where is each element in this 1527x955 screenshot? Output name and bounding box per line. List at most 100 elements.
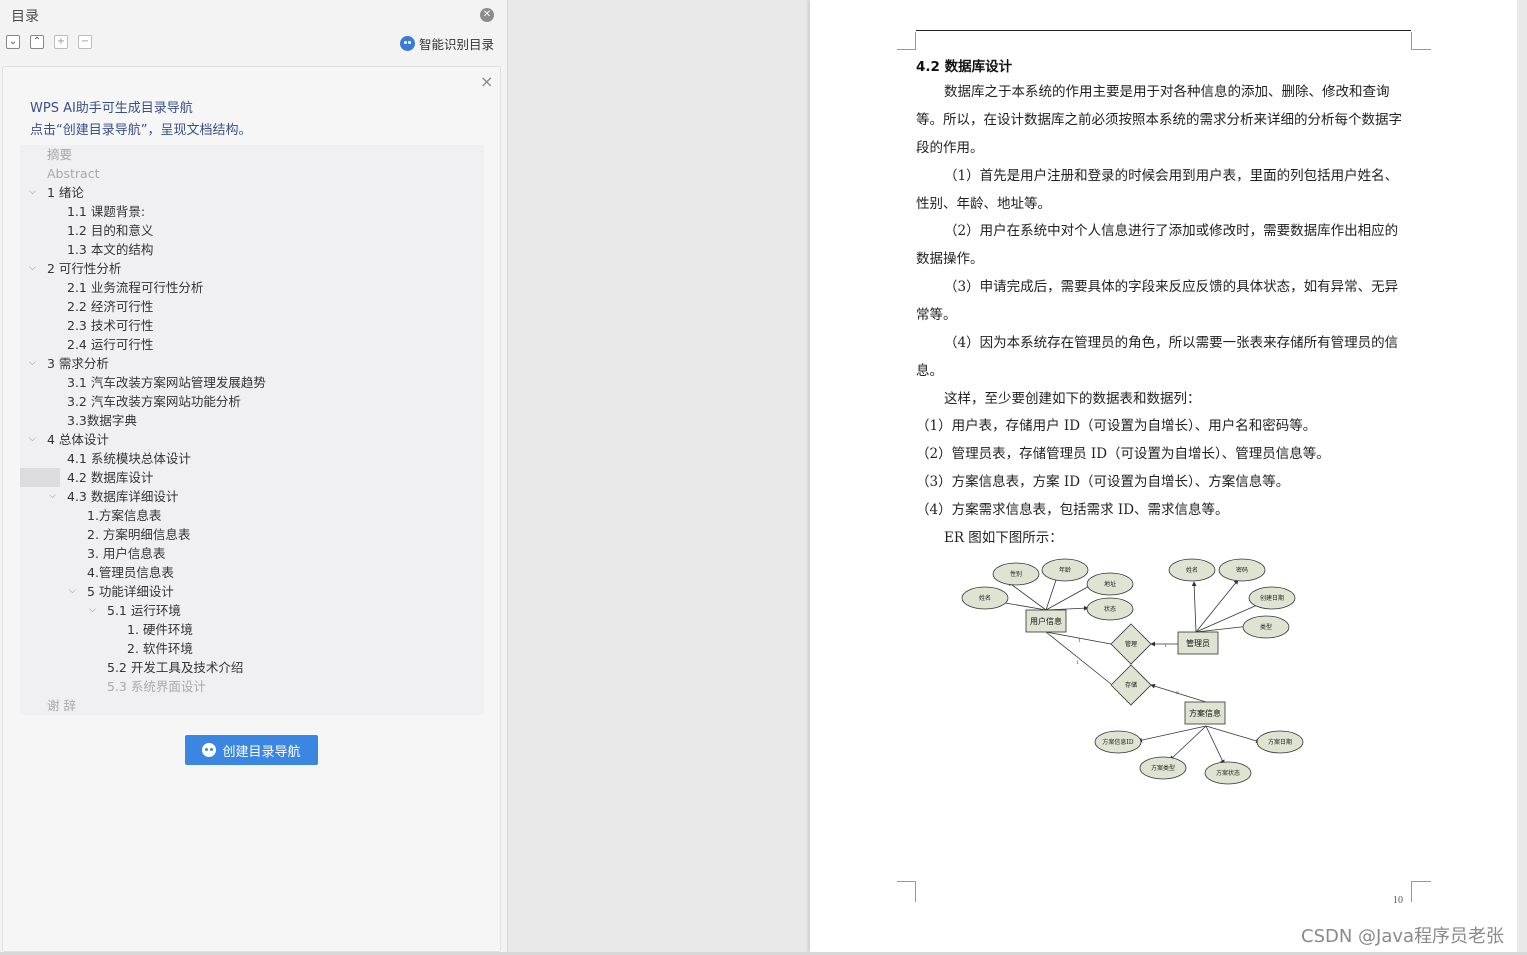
er-entity-label: 管理员: [1186, 638, 1210, 648]
crop-mark: [897, 881, 916, 902]
toc-preview-tree: 摘要 Abstract ⌵ 1 绪论 1.1 课题背景: 1.2 目的和意义 1.3 本文的…: [20, 145, 484, 715]
vertical-scrollbar-track[interactable]: [1517, 0, 1527, 955]
toc-item[interactable]: 3.3数据字典: [67, 411, 137, 430]
document-page[interactable]: 4.2 数据库设计 数据库之于本系统的作用主要是用于对各种信息的添加、删除、修改…: [810, 0, 1517, 952]
toc-title: 目录: [11, 9, 39, 25]
toc-item[interactable]: 4 总体设计: [47, 430, 109, 449]
er-cardinality: 1: [1076, 660, 1079, 666]
er-attribute-label: 地址: [1104, 580, 1116, 588]
er-relation-label: 存储: [1125, 681, 1137, 689]
body-paragraph[interactable]: ER 图如下图所示：: [916, 524, 1411, 552]
er-attribute-label: 类型: [1260, 623, 1272, 631]
page-number: 10: [1393, 895, 1403, 906]
body-paragraph[interactable]: 数据库之于本系统的作用主要是用于对各种信息的添加、删除、修改和查询等。所以，在设…: [916, 78, 1411, 162]
toc-item[interactable]: 2.2 经济可行性: [67, 297, 153, 316]
body-paragraph[interactable]: 这样，至少要创建如下的数据表和数据列：: [916, 385, 1411, 413]
er-attribute-label: 状态: [1104, 605, 1116, 613]
toc-item[interactable]: 1.方案信息表: [87, 506, 161, 525]
er-entity-label: 用户信息: [1030, 616, 1062, 626]
er-attribute-label: 姓名: [979, 594, 991, 602]
toc-item[interactable]: 谢 辞: [47, 696, 76, 715]
wps-writer-window: 目录 ✕ ⌄ ⌃ + − 智能识别目录 × WPS AI助手可生成目录导航 点击…: [0, 0, 1527, 955]
er-diagram[interactable]: 性别 年龄 姓名 地址 状态 姓名 密码 创建日期 类型 方案信息ID 方案类型…: [948, 552, 1308, 792]
toc-item[interactable]: 3.1 汽车改装方案网站管理发展趋势: [67, 373, 266, 392]
toc-item[interactable]: 2.4 运行可行性: [67, 335, 153, 354]
toc-item[interactable]: 摘要: [47, 145, 72, 164]
page-header-rule: [916, 30, 1411, 31]
toc-item[interactable]: 1. 硬件环境: [127, 620, 193, 639]
er-entity-label: 方案信息: [1189, 708, 1221, 718]
toc-item[interactable]: 4.管理员信息表: [87, 563, 174, 582]
toc-item[interactable]: 2.1 业务流程可行性分析: [67, 278, 203, 297]
smart-toc-button[interactable]: 智能识别目录: [400, 34, 494, 52]
toc-item[interactable]: 4.3 数据库详细设计: [67, 487, 178, 506]
close-icon[interactable]: ✕: [480, 8, 494, 22]
workspace-gutter: [509, 0, 809, 955]
toc-item[interactable]: 5.2 开发工具及技术介绍: [107, 658, 243, 677]
chevron-down-icon[interactable]: ⌵: [49, 487, 56, 506]
toc-item[interactable]: 3.2 汽车改装方案网站功能分析: [67, 392, 241, 411]
er-cardinality: n: [1176, 690, 1180, 696]
chevron-down-icon[interactable]: ⌵: [29, 430, 36, 449]
toc-item[interactable]: 5 功能详细设计: [87, 582, 174, 601]
toc-item[interactable]: 5.1 运行环境: [107, 601, 181, 620]
expand-all-icon[interactable]: ⌄: [6, 35, 20, 49]
er-attribute-label: 方案类型: [1151, 764, 1175, 772]
smart-toc-label: 智能识别目录: [419, 36, 495, 52]
er-relation-label: 管理: [1125, 640, 1137, 648]
toc-item[interactable]: 1 绪论: [47, 183, 84, 202]
create-toc-nav-label: 创建目录导航: [222, 744, 301, 760]
toc-panel: 目录 ✕ ⌄ ⌃ + − 智能识别目录 × WPS AI助手可生成目录导航 点击…: [0, 0, 508, 955]
toc-item[interactable]: 2.3 技术可行性: [67, 316, 153, 335]
chevron-down-icon[interactable]: ⌵: [29, 259, 36, 278]
ai-message-line: WPS AI助手可生成目录导航: [30, 101, 193, 116]
chevron-down-icon[interactable]: ⌵: [89, 601, 96, 620]
er-attribute-label: 性别: [1010, 570, 1022, 578]
body-paragraph[interactable]: （4）因为本系统存在管理员的角色，所以需要一张表来存储所有管理员的信息。: [916, 329, 1411, 385]
er-attribute-label: 创建日期: [1260, 594, 1284, 602]
toc-item[interactable]: 5.3 系统界面设计: [107, 677, 206, 696]
chevron-down-icon[interactable]: ⌵: [29, 354, 36, 373]
er-attribute-label: 年龄: [1059, 566, 1071, 574]
watermark: CSDN @Java程序员老张: [1301, 926, 1505, 947]
create-toc-nav-button[interactable]: 创建目录导航: [185, 735, 318, 765]
er-attribute-label: 密码: [1236, 566, 1248, 574]
close-icon[interactable]: ×: [480, 74, 493, 90]
crop-mark: [897, 32, 916, 50]
section-heading[interactable]: 4.2 数据库设计: [916, 55, 1012, 75]
toc-item[interactable]: 2. 软件环境: [127, 639, 193, 658]
ai-message-line: 点击“创建目录导航”，呈现文档结构。: [30, 123, 252, 138]
toc-toolbar: ⌄ ⌃ + − 智能识别目录: [0, 32, 508, 54]
body-paragraph[interactable]: （1）首先是用户注册和登录的时候会用到用户表，里面的列包括用户姓名、性别、年龄、…: [916, 162, 1411, 218]
crop-mark: [1411, 32, 1431, 50]
toc-item[interactable]: 2. 方案明细信息表: [87, 525, 190, 544]
er-attribute-label: 方案日期: [1268, 738, 1292, 746]
toc-item[interactable]: 1.3 本文的结构: [67, 240, 153, 259]
toc-item[interactable]: 3. 用户信息表: [87, 544, 165, 563]
er-cardinality: 1: [1164, 643, 1167, 649]
toc-item[interactable]: 4.1 系统模块总体设计: [67, 449, 191, 468]
toc-selected-marker: [20, 468, 60, 487]
toc-item[interactable]: 4.2 数据库设计: [67, 468, 153, 487]
remove-heading-icon[interactable]: −: [78, 35, 92, 49]
er-attribute-label: 方案信息ID: [1102, 738, 1133, 746]
er-cardinality: 1: [1078, 638, 1081, 644]
toc-item[interactable]: 3 需求分析: [47, 354, 109, 373]
body-paragraph[interactable]: （2）用户在系统中对个人信息进行了添加或修改时，需要数据库作出相应的数据操作。: [916, 217, 1411, 273]
add-heading-icon[interactable]: +: [54, 35, 68, 49]
toc-item[interactable]: Abstract: [47, 164, 99, 183]
toc-item[interactable]: 2 可行性分析: [47, 259, 121, 278]
crop-mark: [1411, 881, 1431, 902]
body-paragraph[interactable]: （4）方案需求信息表，包括需求 ID、需求信息等。: [916, 496, 1411, 524]
chevron-down-icon[interactable]: ⌵: [69, 582, 76, 601]
toc-item[interactable]: 1.1 课题背景:: [67, 202, 145, 221]
body-paragraph[interactable]: （1）用户表，存储用户 ID（可设置为自增长）、用户名和密码等。: [916, 412, 1411, 440]
toc-item[interactable]: 1.2 目的和意义: [67, 221, 153, 240]
body-paragraph[interactable]: （2）管理员表，存储管理员 ID（可设置为自增长）、管理员信息等。: [916, 440, 1411, 468]
chevron-down-icon[interactable]: ⌵: [29, 183, 36, 202]
wps-ai-icon: [202, 743, 217, 757]
body-paragraph[interactable]: （3）申请完成后，需要具体的字段来反应反馈的具体状态，如有异常、无异常等。: [916, 273, 1411, 329]
collapse-all-icon[interactable]: ⌃: [30, 35, 44, 49]
wps-ai-icon: [400, 35, 415, 51]
body-paragraph[interactable]: （3）方案信息表，方案 ID（可设置为自增长）、方案信息等。: [916, 468, 1411, 496]
